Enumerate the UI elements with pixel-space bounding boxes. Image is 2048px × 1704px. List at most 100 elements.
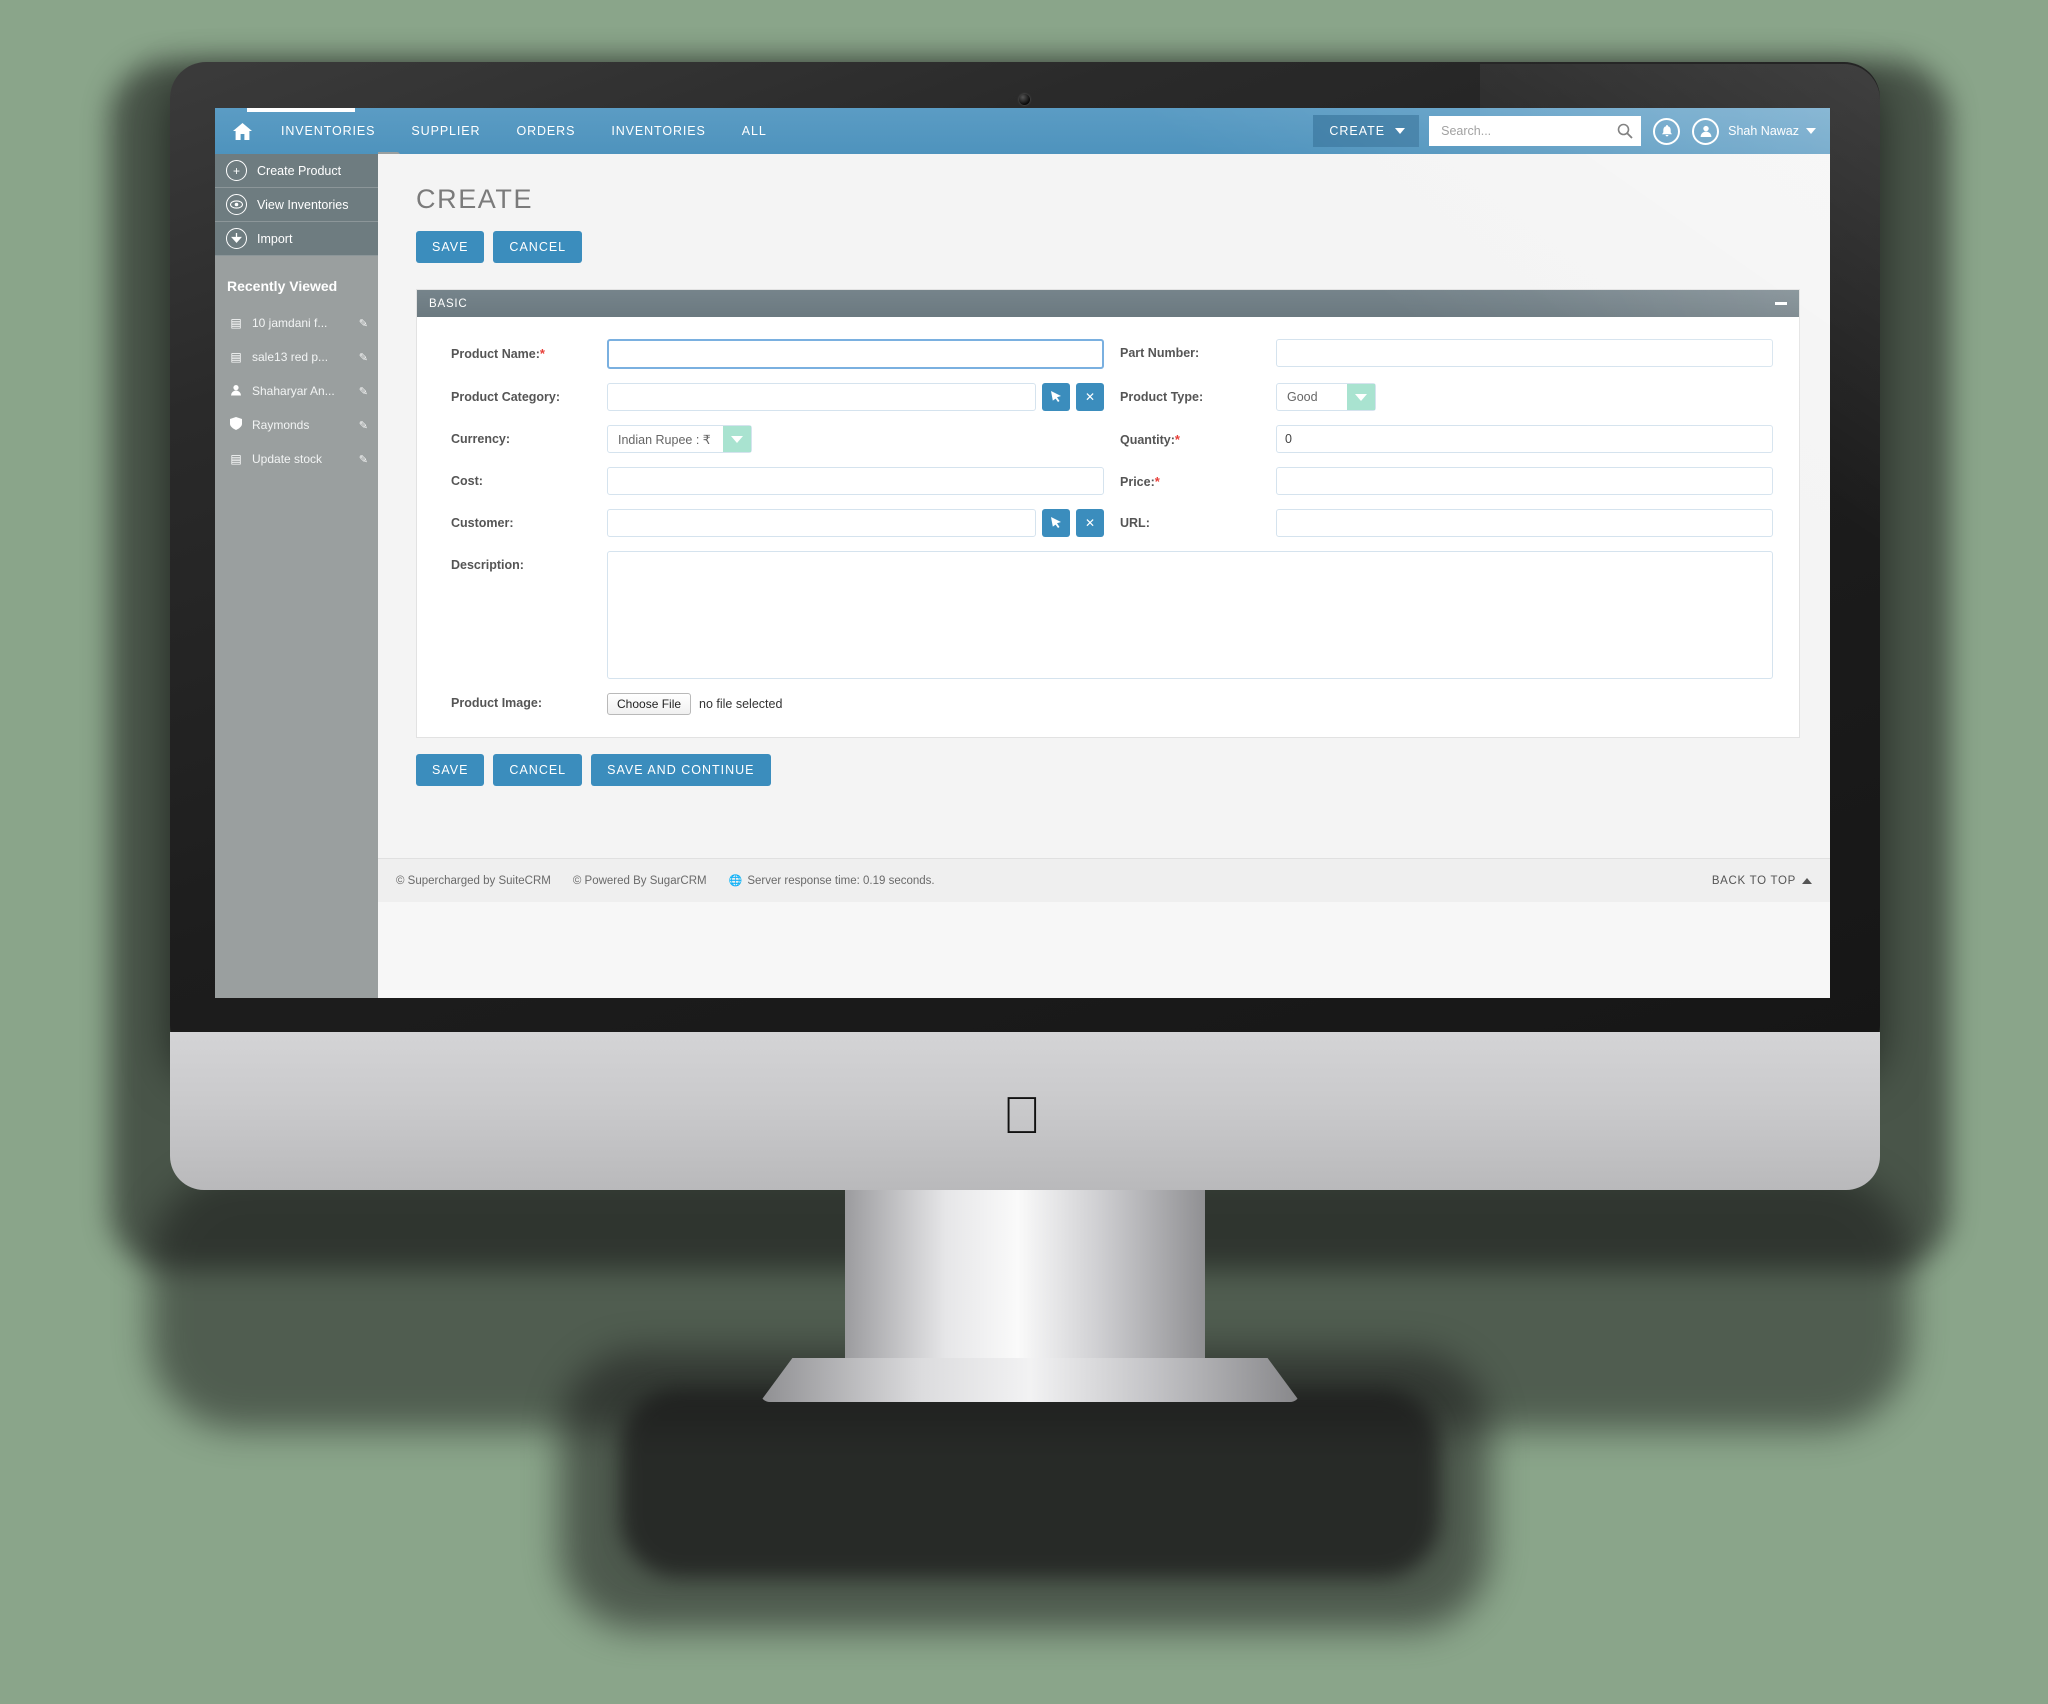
cost-label: Cost: (451, 474, 483, 488)
url-field-wrap (1276, 509, 1773, 537)
stand-base-shadow (620, 1388, 1440, 1578)
product-category-label: Product Category: (451, 390, 561, 404)
label-text: Price: (1120, 475, 1155, 489)
person-icon (229, 384, 243, 399)
product-type-select[interactable]: Good (1276, 383, 1376, 411)
quantity-field-wrap (1276, 425, 1773, 453)
chevron-down-icon[interactable] (723, 426, 751, 452)
form-row: Product Image: Choose File no file selec… (435, 693, 1773, 715)
create-button[interactable]: CREATE (1313, 115, 1420, 147)
create-product-form: Product Name:* Part Number: Product Cate… (417, 317, 1799, 737)
description-textarea[interactable] (607, 551, 1773, 679)
part-number-input[interactable] (1276, 339, 1773, 367)
user-avatar-icon[interactable] (1692, 117, 1720, 145)
search-box[interactable] (1429, 116, 1642, 146)
nav-item-all[interactable]: ALL (724, 108, 785, 154)
footer-supercharged: © Supercharged by SuiteCRM (396, 874, 551, 887)
edit-pencil-icon[interactable]: ✎ (359, 317, 368, 330)
user-menu[interactable]: Shah Nawaz (1728, 124, 1816, 138)
arrow-select-icon[interactable] (1042, 383, 1070, 411)
field-product-type: Product Type: Good (1104, 383, 1773, 425)
required-marker: * (1174, 432, 1180, 447)
part-number-field-wrap (1276, 339, 1773, 367)
product-type-label: Product Type: (1120, 390, 1204, 404)
list-item[interactable]: Shaharyar An... ✎ (215, 374, 378, 408)
nav-item-inventories-1[interactable]: INVENTORIES (263, 108, 393, 154)
screenshot-stage: INVENTORIES SUPPLIER ORDERS INVENTORIES … (0, 0, 2048, 1704)
bottom-action-buttons: SAVE CANCEL SAVE AND CONTINUE (378, 738, 1830, 786)
sidebar-item-import[interactable]: Import (215, 222, 378, 256)
list-item[interactable]: ▤ Update stock ✎ (215, 442, 378, 476)
product-name-field-wrap (607, 339, 1104, 369)
page-title: CREATE (416, 184, 534, 214)
product-category-input[interactable] (607, 383, 1036, 411)
monitor-stand-foot (760, 1358, 1300, 1402)
basic-panel-header[interactable]: BASIC (417, 290, 1799, 317)
choose-file-button[interactable]: Choose File (607, 693, 692, 715)
monitor-stand-neck (845, 1190, 1205, 1370)
search-icon[interactable] (1617, 123, 1633, 139)
price-input[interactable] (1276, 467, 1773, 495)
sidebar-item-create-product[interactable]: + Create Product (215, 154, 378, 188)
home-icon[interactable] (227, 122, 257, 140)
cancel-button-bottom[interactable]: CANCEL (493, 754, 583, 786)
top-action-buttons: SAVE CANCEL (378, 215, 1830, 263)
eye-icon (226, 194, 247, 215)
document-icon: ▤ (230, 452, 242, 466)
required-marker: * (1154, 474, 1160, 489)
required-marker: * (539, 346, 545, 361)
footer: © Supercharged by SuiteCRM © Powered By … (378, 858, 1830, 902)
nav-items: INVENTORIES SUPPLIER ORDERS INVENTORIES … (263, 108, 785, 154)
minus-icon[interactable] (1775, 302, 1787, 305)
price-label: Price:* (1104, 467, 1276, 489)
triangle-up-icon (1802, 877, 1812, 884)
list-item[interactable]: Raymonds ✎ (215, 408, 378, 442)
edit-pencil-icon[interactable]: ✎ (359, 419, 368, 432)
edit-pencil-icon[interactable]: ✎ (359, 385, 368, 398)
description-label: Description: (451, 558, 524, 572)
edit-pencil-icon[interactable]: ✎ (359, 453, 368, 466)
customer-input[interactable] (607, 509, 1036, 537)
currency-value: Indian Rupee : ₹ (618, 432, 711, 447)
save-button-top[interactable]: SAVE (416, 231, 485, 263)
save-button-bottom[interactable]: SAVE (416, 754, 485, 786)
back-to-top-label: BACK TO TOP (1711, 874, 1796, 887)
save-and-continue-button[interactable]: SAVE AND CONTINUE (591, 754, 771, 786)
product-type-value: Good (1287, 390, 1318, 404)
sidebar: + Create Product View Inventories Import… (215, 154, 378, 998)
field-price: Price:* (1104, 467, 1773, 509)
shield-icon (229, 417, 243, 433)
nav-item-supplier[interactable]: SUPPLIER (393, 108, 498, 154)
back-to-top-link[interactable]: BACK TO TOP (1712, 875, 1812, 887)
search-input[interactable] (1441, 124, 1618, 138)
bell-icon[interactable] (1653, 117, 1681, 145)
download-arrow-icon (226, 228, 247, 249)
field-product-category: Product Category: ✕ (435, 383, 1104, 425)
label-text: Product Name: (451, 347, 540, 361)
edit-pencil-icon[interactable]: ✎ (359, 351, 368, 364)
list-item[interactable]: ▤ sale13 red p... ✎ (215, 340, 378, 374)
field-currency: Currency: Indian Rupee : ₹ (435, 425, 1104, 467)
cancel-button-top[interactable]: CANCEL (493, 231, 583, 263)
field-product-name: Product Name:* (435, 339, 1104, 383)
nav-item-orders[interactable]: ORDERS (498, 108, 593, 154)
sidebar-item-view-inventories[interactable]: View Inventories (215, 188, 378, 222)
list-item[interactable]: ▤ 10 jamdani f... ✎ (215, 306, 378, 340)
product-name-input[interactable] (607, 339, 1104, 369)
clear-x-icon[interactable]: ✕ (1076, 383, 1104, 411)
quantity-label: Quantity:* (1104, 425, 1276, 447)
url-input[interactable] (1276, 509, 1773, 537)
arrow-select-icon[interactable] (1042, 509, 1070, 537)
clear-x-icon[interactable]: ✕ (1076, 509, 1104, 537)
quantity-input[interactable] (1276, 425, 1773, 453)
file-status-text: no file selected (699, 697, 783, 711)
nav-item-inventories-2[interactable]: INVENTORIES (593, 108, 723, 154)
form-row: Product Name:* Part Number: (435, 339, 1773, 383)
cost-input[interactable] (607, 467, 1104, 495)
currency-select[interactable]: Indian Rupee : ₹ (607, 425, 752, 453)
customer-label: Customer: (451, 516, 514, 530)
part-number-label: Part Number: (1120, 346, 1200, 360)
sidebar-item-label: Create Product (257, 163, 342, 178)
chevron-down-icon[interactable] (1347, 384, 1375, 410)
form-row: Product Category: ✕ Product Type: Good (435, 383, 1773, 425)
